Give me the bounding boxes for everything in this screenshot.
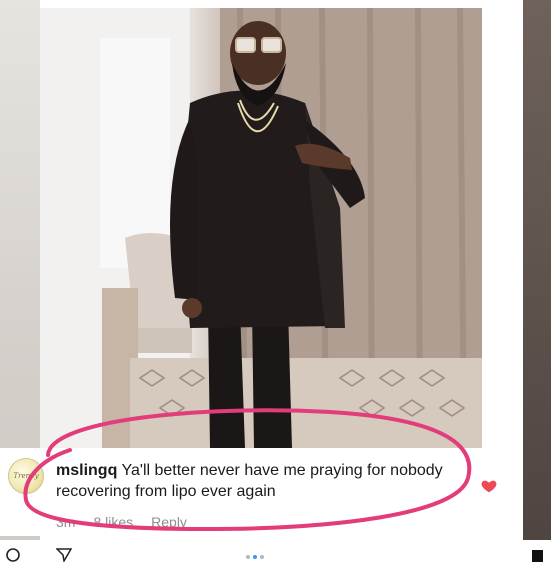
heart-icon[interactable] bbox=[481, 478, 497, 494]
post-photo[interactable] bbox=[40, 8, 482, 448]
carousel-dots bbox=[246, 555, 264, 559]
carousel-dot bbox=[246, 555, 250, 559]
carousel-dot-active bbox=[253, 555, 257, 559]
photo-illustration bbox=[40, 8, 482, 448]
reply-button[interactable]: Reply bbox=[151, 514, 187, 530]
comment-row: Trendy mslingq Ya'll better never have m… bbox=[0, 448, 523, 536]
comment-likes[interactable]: 8 likes bbox=[93, 514, 133, 530]
avatar[interactable]: Trendy bbox=[8, 458, 44, 494]
post-toolbar bbox=[0, 540, 551, 562]
comment-username[interactable]: mslingq bbox=[56, 462, 117, 479]
bookmark-icon[interactable] bbox=[532, 550, 543, 562]
comment-body: mslingq Ya'll better never have me prayi… bbox=[56, 460, 466, 502]
comment-meta: 3m 8 likes Reply bbox=[56, 514, 187, 530]
avatar-logo-text: Trendy bbox=[13, 472, 39, 480]
carousel-dot bbox=[260, 555, 264, 559]
comment-icon[interactable] bbox=[6, 548, 20, 562]
background-edge-right bbox=[523, 0, 551, 548]
send-icon[interactable] bbox=[56, 548, 72, 562]
comment-time: 3m bbox=[56, 514, 76, 530]
